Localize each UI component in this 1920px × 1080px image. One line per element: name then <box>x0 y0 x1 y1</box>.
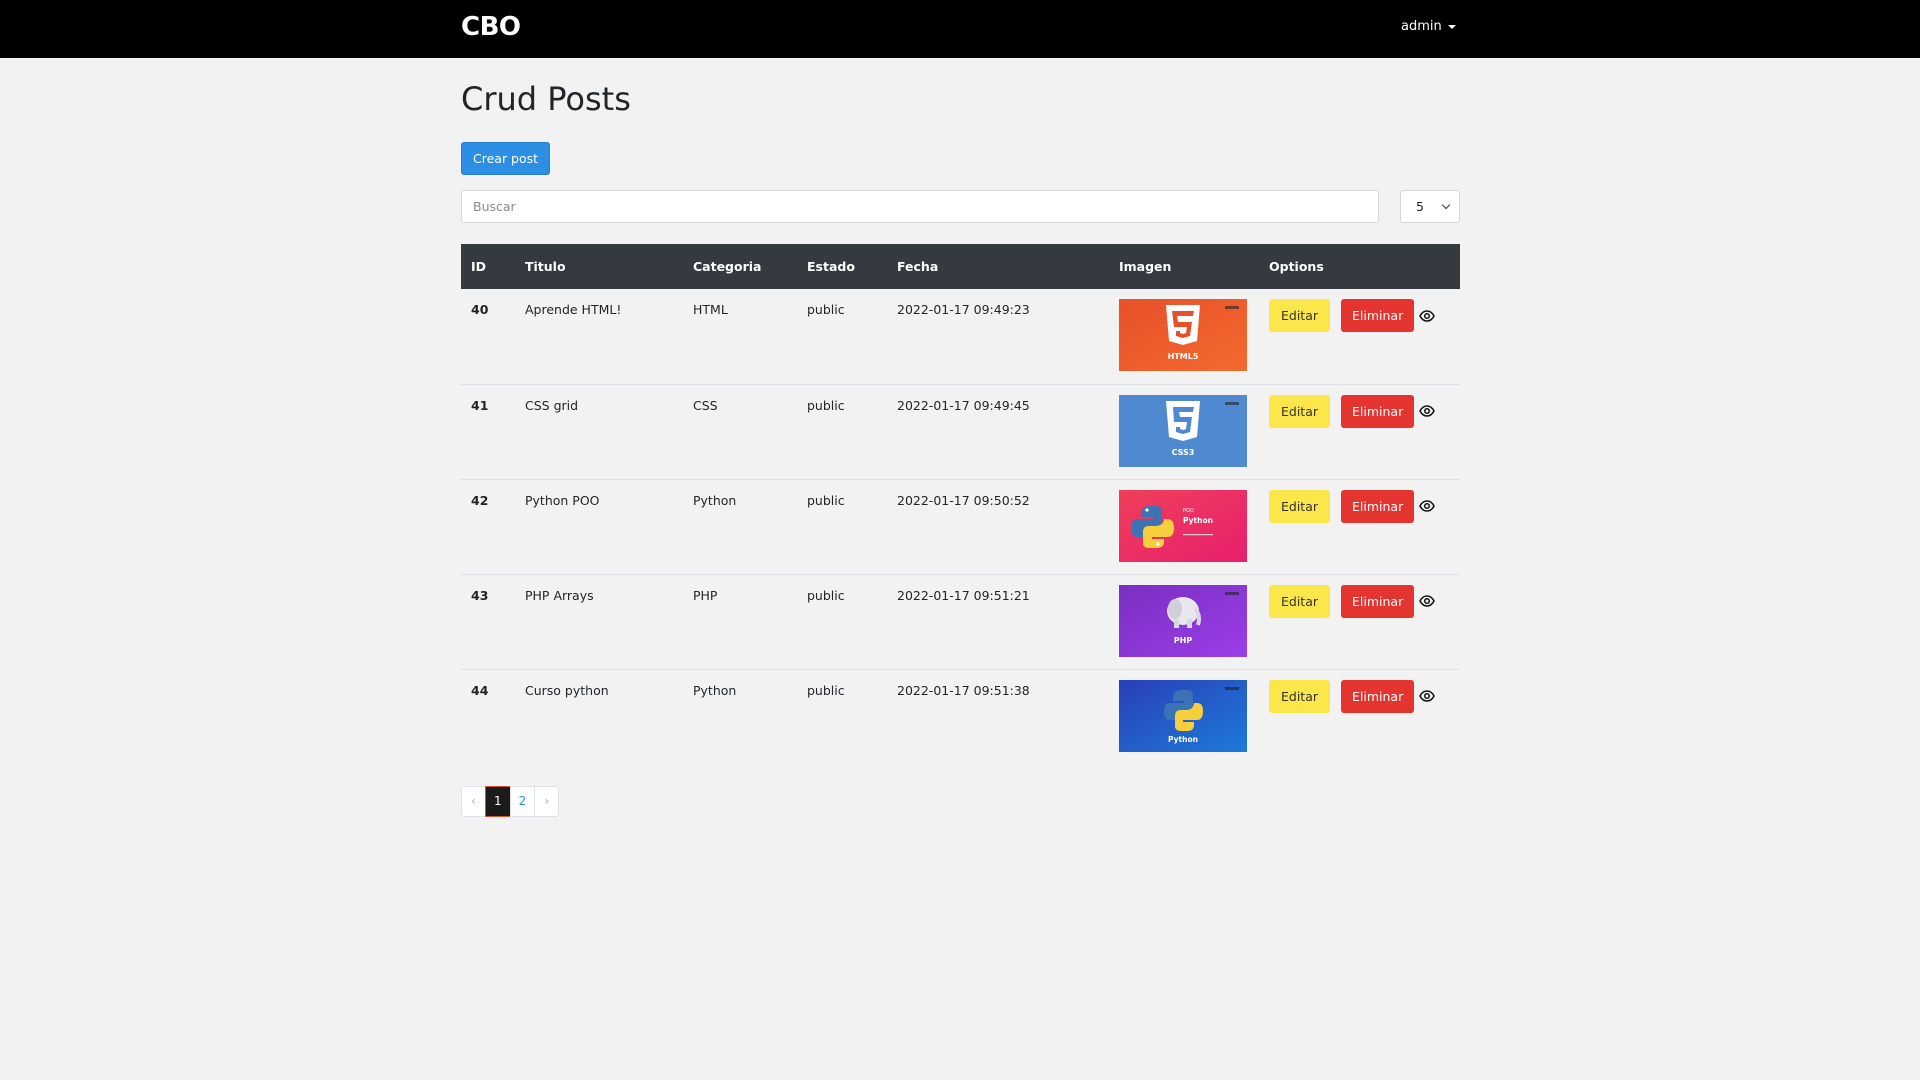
user-name: admin <box>1401 19 1442 34</box>
header-image: Imagen <box>1119 259 1172 274</box>
edit-button[interactable]: Editar <box>1269 299 1331 332</box>
svg-text:Python: Python <box>1183 516 1213 525</box>
pagination-page-1[interactable]: 1 <box>485 786 511 817</box>
pagination-page-2[interactable]: 2 <box>509 786 536 817</box>
table-row: 44 Curso python Python public 2022-01-17… <box>461 669 1460 764</box>
cell-options: Editar Eliminar <box>1259 289 1460 384</box>
cell-category: HTML <box>693 302 728 317</box>
cell-date: 2022-01-17 09:49:45 <box>897 397 1030 413</box>
eye-icon[interactable] <box>1419 593 1436 609</box>
cell-id: 43 <box>471 587 489 603</box>
cell-id: 41 <box>471 397 489 413</box>
cell-state: public <box>807 302 845 317</box>
chevron-down-icon <box>1441 200 1451 210</box>
table-row: 43 PHP Arrays PHP public 2022-01-17 09:5… <box>461 574 1460 669</box>
header-options: Options <box>1269 259 1324 274</box>
header-state: Estado <box>807 259 855 274</box>
eye-icon[interactable] <box>1419 498 1436 514</box>
svg-text:CSS3: CSS3 <box>1172 448 1195 457</box>
posts-table: ID Titulo Categoria Estado Fecha Imagen … <box>461 244 1460 764</box>
pagination: ‹ 1 2 › <box>461 786 1460 817</box>
cell-options: Editar Eliminar <box>1259 669 1460 764</box>
create-post-button[interactable]: Crear post <box>461 142 551 175</box>
cell-state: public <box>807 587 845 603</box>
pagination-prev[interactable]: ‹ <box>461 786 486 817</box>
table-row: 41 CSS grid CSS public 2022-01-17 09:49:… <box>461 384 1460 479</box>
pagination-next[interactable]: › <box>534 786 560 817</box>
cell-date: 2022-01-17 09:50:52 <box>897 492 1030 508</box>
main-container: Crud Posts Crear post 5 ID Titulo Catego… <box>461 58 1460 817</box>
caret-down-icon <box>1447 25 1456 29</box>
header-category: Categoria <box>693 259 762 274</box>
edit-button[interactable]: Editar <box>1269 584 1331 618</box>
cell-title: CSS grid <box>525 397 579 413</box>
svg-text:POO: POO <box>1183 508 1194 514</box>
svg-text:HTML5: HTML5 <box>1168 352 1199 361</box>
delete-button[interactable]: Eliminar <box>1341 394 1415 428</box>
cell-category: CSS <box>693 397 718 413</box>
cell-title: Curso python <box>525 682 609 698</box>
eye-icon[interactable] <box>1419 688 1436 704</box>
edit-button[interactable]: Editar <box>1269 679 1331 713</box>
cell-image: CSS3 <box>1109 384 1259 479</box>
user-menu-dropdown[interactable]: admin <box>1401 19 1456 34</box>
table-header-row: ID Titulo Categoria Estado Fecha Imagen … <box>461 244 1460 289</box>
post-thumbnail: CSS3 <box>1119 394 1247 467</box>
eye-icon[interactable] <box>1419 308 1436 324</box>
cell-category: Python <box>693 682 737 698</box>
page-title: Crud Posts <box>461 80 631 118</box>
cell-id: 44 <box>471 682 489 698</box>
delete-button[interactable]: Eliminar <box>1341 489 1415 523</box>
cell-options: Editar Eliminar <box>1259 384 1460 479</box>
post-thumbnail: PHP <box>1119 584 1247 657</box>
navbar: CBO admin <box>0 0 1920 58</box>
brand-logo[interactable]: CBO <box>461 12 521 42</box>
search-row: 5 <box>461 190 1460 223</box>
header-title: Titulo <box>525 259 566 274</box>
cell-image: PHP <box>1109 574 1259 669</box>
edit-button[interactable]: Editar <box>1269 489 1331 523</box>
cell-id: 42 <box>471 492 489 508</box>
cell-options: Editar Eliminar <box>1259 479 1460 574</box>
post-thumbnail: POO Python <box>1119 489 1247 562</box>
delete-button[interactable]: Eliminar <box>1341 299 1415 332</box>
cell-image: HTML5 <box>1109 289 1259 384</box>
edit-button[interactable]: Editar <box>1269 394 1331 428</box>
cell-title: Aprende HTML! <box>525 302 622 317</box>
search-input[interactable] <box>461 190 1379 223</box>
cell-title: Python POO <box>525 492 600 508</box>
per-page-value: 5 <box>1416 199 1424 214</box>
cell-image: POO Python <box>1109 479 1259 574</box>
svg-text:Python: Python <box>1168 735 1198 744</box>
eye-icon[interactable] <box>1419 403 1436 419</box>
svg-text:PHP: PHP <box>1174 636 1193 645</box>
cell-date: 2022-01-17 09:51:38 <box>897 682 1030 698</box>
cell-id: 40 <box>471 302 489 317</box>
post-thumbnail: Python <box>1119 679 1247 752</box>
cell-image: Python <box>1109 669 1259 764</box>
post-thumbnail: HTML5 <box>1119 299 1247 371</box>
per-page-select[interactable]: 5 <box>1400 190 1460 223</box>
cell-category: Python <box>693 492 737 508</box>
delete-button[interactable]: Eliminar <box>1341 679 1415 713</box>
cell-state: public <box>807 397 845 413</box>
table-row: 42 Python POO Python public 2022-01-17 0… <box>461 479 1460 574</box>
cell-options: Editar Eliminar <box>1259 574 1460 669</box>
cell-category: PHP <box>693 587 718 603</box>
cell-state: public <box>807 492 845 508</box>
cell-state: public <box>807 682 845 698</box>
cell-date: 2022-01-17 09:51:21 <box>897 587 1030 603</box>
cell-title: PHP Arrays <box>525 587 594 603</box>
table-row: 40 Aprende HTML! HTML public 2022-01-17 … <box>461 289 1460 384</box>
header-id: ID <box>471 259 487 274</box>
delete-button[interactable]: Eliminar <box>1341 584 1415 618</box>
cell-date: 2022-01-17 09:49:23 <box>897 302 1030 317</box>
header-date: Fecha <box>897 259 939 274</box>
